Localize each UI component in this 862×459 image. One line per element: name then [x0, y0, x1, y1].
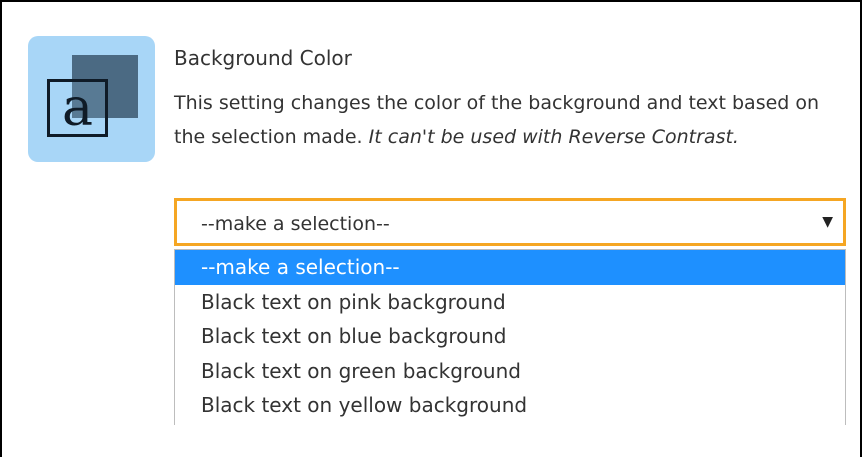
- dropdown-list[interactable]: --make a selection-- Black text on pink …: [174, 249, 846, 425]
- description-note: It can't be used with Reverse Contrast.: [368, 126, 739, 148]
- background-color-select[interactable]: --make a selection-- ▼: [174, 198, 846, 246]
- letter-box: a: [47, 79, 108, 137]
- background-color-icon: a: [28, 36, 155, 162]
- chevron-down-icon[interactable]: ▼: [822, 214, 833, 230]
- option-pink[interactable]: Black text on pink background: [175, 285, 845, 320]
- letter-a-icon: a: [61, 78, 93, 138]
- option-yellow[interactable]: Black text on yellow background: [175, 388, 845, 423]
- option-blue[interactable]: Black text on blue background: [175, 319, 845, 354]
- select-value: --make a selection--: [201, 213, 390, 235]
- setting-description: This setting changes the color of the ba…: [174, 86, 834, 154]
- setting-title: Background Color: [174, 46, 352, 70]
- option-make-selection[interactable]: --make a selection--: [175, 250, 845, 285]
- option-green[interactable]: Black text on green background: [175, 354, 845, 389]
